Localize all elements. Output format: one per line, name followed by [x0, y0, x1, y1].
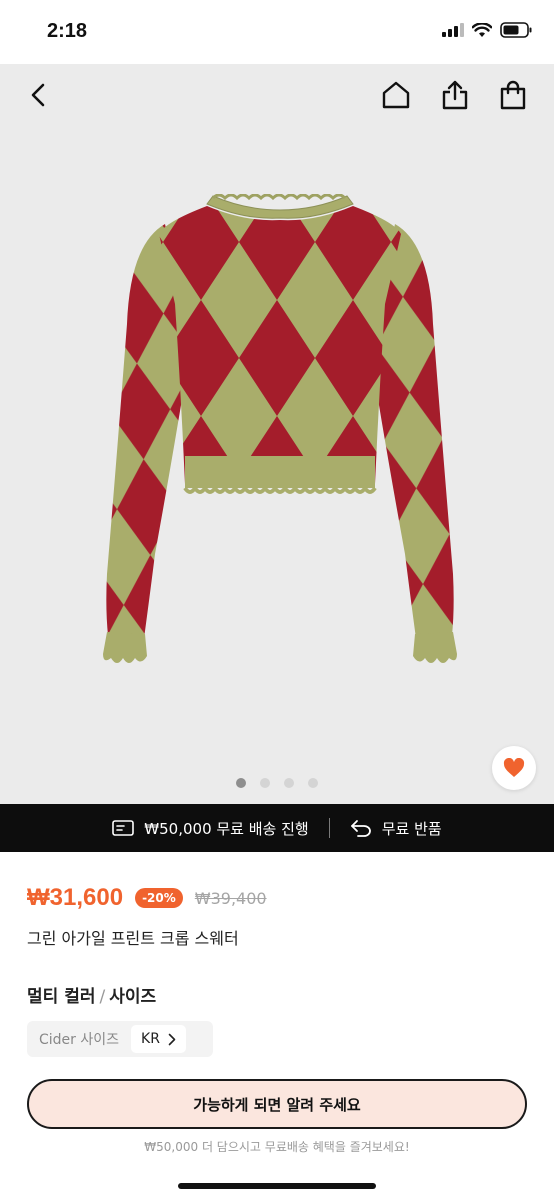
back-button[interactable]: [22, 78, 56, 112]
chevron-right-icon: [168, 1033, 176, 1045]
battery-icon: [500, 22, 532, 38]
original-price: ₩39,400: [194, 888, 267, 908]
shipping-truck-icon: [112, 820, 135, 836]
product-image: [103, 194, 457, 663]
pagination-dot[interactable]: [236, 778, 246, 788]
home-icon: [382, 81, 410, 109]
heart-icon: [503, 758, 525, 777]
promo-divider: [328, 818, 330, 838]
size-system-label: Cider 사이즈: [39, 1032, 120, 1048]
size-system-dropdown[interactable]: KR: [131, 1025, 186, 1053]
notify-button-label: 가능하게 되면 알려 주세요: [193, 1095, 361, 1114]
top-nav-bar: [0, 64, 554, 126]
status-time: 2:18: [47, 20, 88, 42]
gallery-pagination: [0, 778, 554, 788]
size-system-value: KR: [141, 1031, 160, 1047]
option-separator: /: [99, 987, 106, 1007]
share-button[interactable]: [438, 78, 472, 112]
home-indicator[interactable]: [178, 1183, 376, 1189]
chevron-left-icon: [31, 83, 45, 107]
color-option-label: 멀티 컬러: [27, 987, 96, 1007]
pagination-dot[interactable]: [260, 778, 270, 788]
cellular-signal-icon: [442, 23, 464, 37]
free-return-text: 무료 반품: [381, 819, 442, 838]
product-title: 그린 아가일 프린트 크롭 스웨터: [27, 929, 239, 948]
product-gallery[interactable]: [0, 64, 554, 804]
price-row: ₩31,600 -20% ₩39,400: [27, 884, 267, 912]
sale-price: ₩31,600: [27, 884, 124, 911]
notify-when-available-button[interactable]: 가능하게 되면 알려 주세요: [27, 1079, 527, 1129]
status-bar: 2:18: [0, 0, 554, 64]
home-button[interactable]: [379, 78, 413, 112]
shopping-bag-icon: [500, 80, 526, 110]
size-system-selector: Cider 사이즈 KR: [27, 1021, 213, 1057]
return-arrow-icon: [350, 820, 371, 837]
promo-strip: ₩50,000 무료 배송 진행 무료 반품: [0, 804, 554, 852]
wifi-icon: [472, 22, 492, 37]
status-icons: [442, 22, 532, 38]
free-shipping-info[interactable]: ₩50,000 무료 배송 진행: [112, 818, 309, 839]
free-shipping-text: ₩50,000 무료 배송 진행: [144, 819, 309, 838]
option-heading: 멀티 컬러 / 사이즈: [27, 982, 156, 1007]
pagination-dot[interactable]: [284, 778, 294, 788]
free-return-info[interactable]: 무료 반품: [350, 818, 442, 839]
cart-button[interactable]: [496, 78, 530, 112]
free-shipping-footnote: ₩50,000 더 담으시고 무료배송 혜택을 즐겨보세요!: [144, 1140, 410, 1154]
share-icon: [442, 80, 468, 110]
size-option-label: 사이즈: [109, 987, 157, 1007]
discount-badge: -20%: [135, 888, 183, 908]
pagination-dot[interactable]: [308, 778, 318, 788]
wishlist-button[interactable]: [492, 746, 536, 790]
